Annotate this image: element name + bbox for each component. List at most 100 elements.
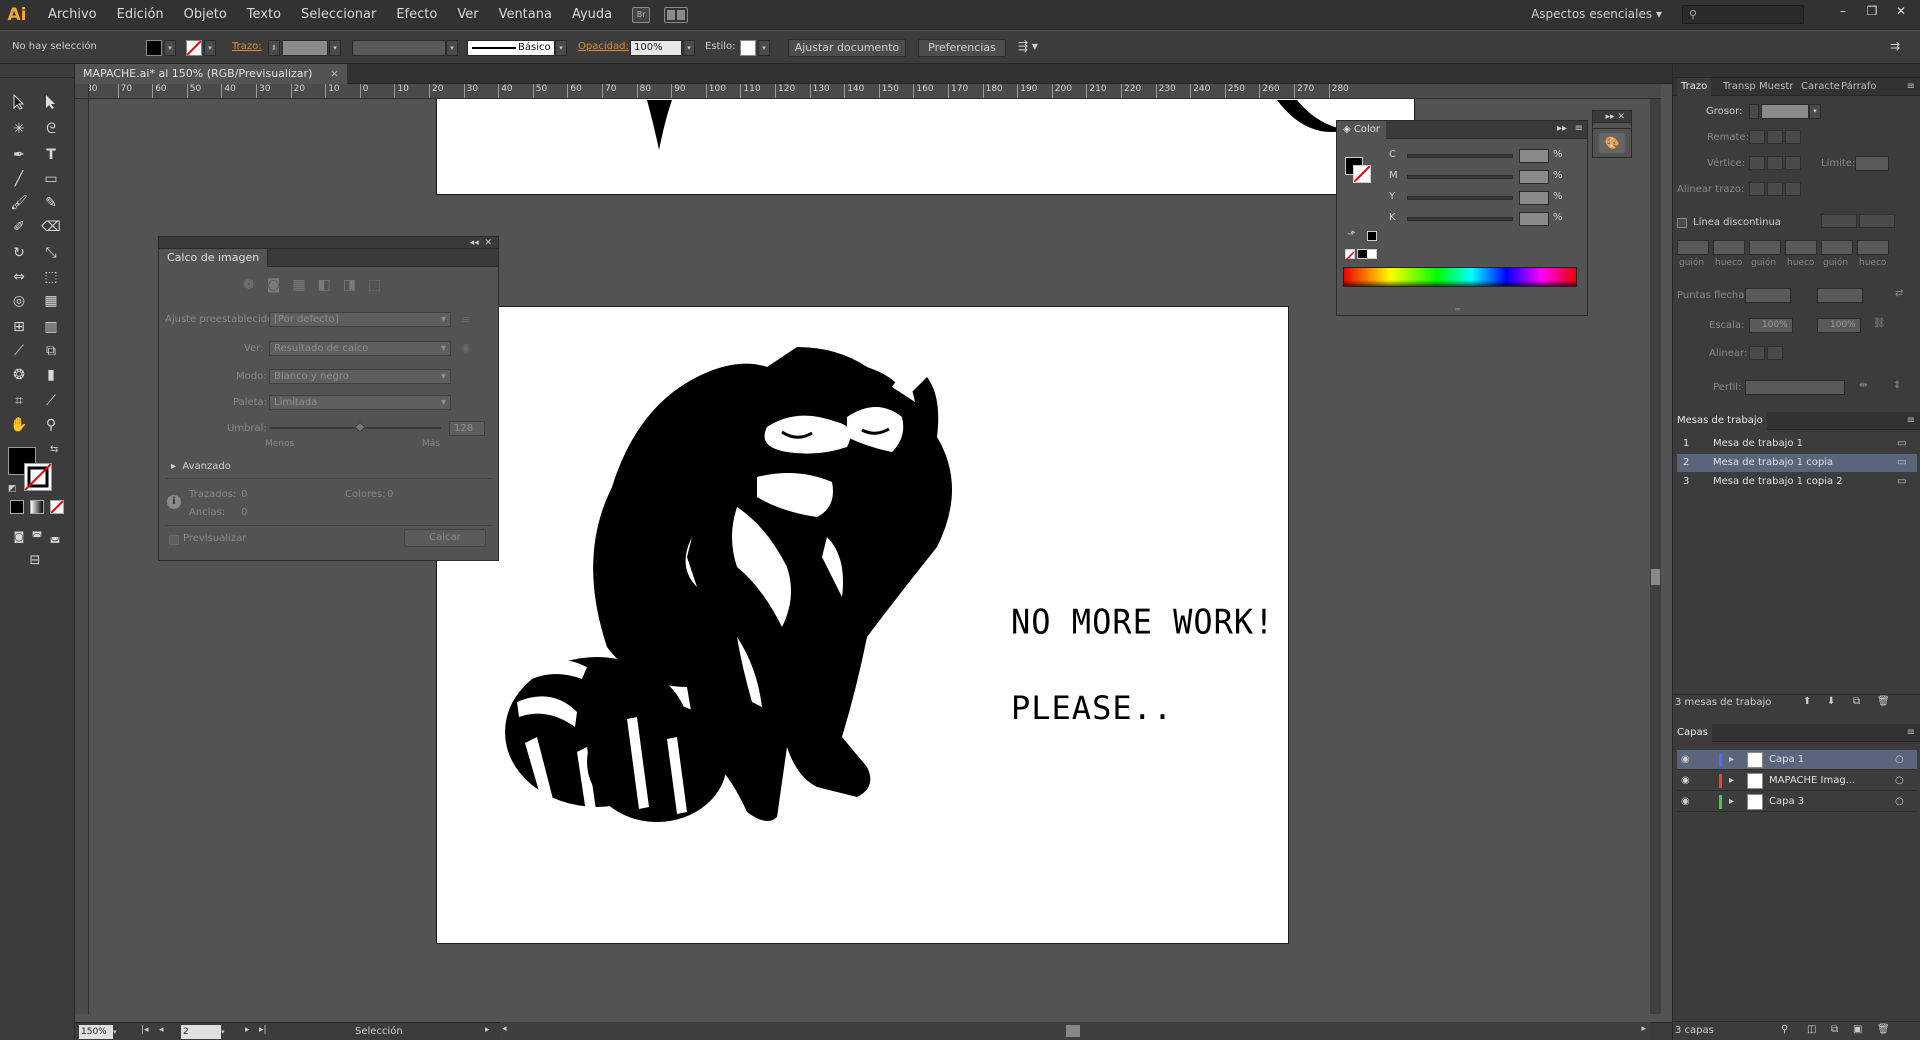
flip-horizontal-icon[interactable]: ⇹	[1859, 380, 1867, 391]
artboard-number-field[interactable]: 2	[181, 1025, 221, 1039]
none-swatch[interactable]	[1345, 249, 1355, 261]
brush-definition[interactable]: Básico	[467, 40, 555, 56]
eye-icon[interactable]: ◉	[1681, 771, 1690, 791]
type-tool-icon[interactable]: T	[40, 144, 62, 166]
preferences-button[interactable]: Preferencias	[918, 39, 1006, 57]
mesh-tool-icon[interactable]: ⊞	[8, 316, 30, 338]
default-colors-icon[interactable]: ◩	[8, 484, 17, 494]
minimize-button[interactable]: –	[1830, 2, 1856, 20]
channel-value-field[interactable]	[1519, 212, 1549, 226]
paintbrush-icon[interactable]: 🖌	[8, 192, 30, 214]
palette-select[interactable]: Limitada ▾	[269, 395, 451, 410]
end-arrowhead-select[interactable]	[1817, 288, 1863, 303]
shape-builder-icon[interactable]: ◎	[8, 290, 30, 312]
artboard-row[interactable]: 3 Mesa de trabajo 1 copia 2 ▭	[1677, 473, 1917, 491]
auto-color-icon[interactable]: ❁	[243, 277, 255, 293]
stroke-label[interactable]: Trazo:	[232, 41, 262, 52]
threshold-field[interactable]: 128	[449, 421, 485, 436]
width-tool-icon[interactable]: ⇔	[8, 266, 30, 288]
fill-dropdown[interactable]: ▾	[164, 40, 176, 56]
selection-tool-icon[interactable]	[8, 93, 30, 116]
menu-item-2[interactable]: Objeto	[174, 7, 237, 22]
panel-titlebar[interactable]: ▸▸ ✕	[1593, 111, 1631, 123]
channel-slider[interactable]	[1407, 175, 1513, 179]
stroke-color-swatch[interactable]	[24, 463, 52, 491]
channel-value-field[interactable]	[1519, 170, 1549, 184]
pencil-icon[interactable]: ✎	[40, 192, 62, 214]
dash-field[interactable]	[1785, 240, 1817, 255]
hand-tool-icon[interactable]: ✋	[8, 414, 30, 436]
menu-item-8[interactable]: Ayuda	[562, 7, 622, 22]
menu-item-0[interactable]: Archivo	[38, 7, 107, 22]
rectangle-tool-icon[interactable]: ▭	[40, 168, 62, 190]
artboard-row[interactable]: 2 Mesa de trabajo 1 copia ▭	[1677, 454, 1917, 472]
move-down-icon[interactable]: ⬇	[1827, 696, 1835, 707]
gradient-mode-icon[interactable]	[30, 500, 44, 514]
dash-field[interactable]	[1821, 240, 1853, 255]
variable-width-dropdown[interactable]: ▾	[446, 40, 458, 56]
layer-row[interactable]: ◉ ▸ MAPACHE Imag... ○	[1677, 771, 1917, 791]
fit-document-button[interactable]: Ajustar documento	[788, 39, 906, 57]
fill-swatch[interactable]	[146, 40, 162, 56]
start-arrowhead-select[interactable]	[1745, 288, 1791, 303]
opacity-label[interactable]: Opacidad:	[578, 41, 629, 52]
artboard-options-icon[interactable]: ▭	[1897, 454, 1906, 472]
end-scale-field[interactable]: 100%	[1817, 318, 1861, 333]
bevel-join-icon[interactable]	[1785, 156, 1801, 170]
butt-cap-icon[interactable]	[1749, 130, 1765, 144]
none-mode-icon[interactable]	[50, 500, 64, 514]
stroke-weight-dropdown[interactable]: ▾	[329, 40, 341, 56]
preview-checkbox[interactable]	[169, 535, 179, 545]
color-stroke-swatch[interactable]	[1353, 165, 1371, 183]
artboard-dropdown[interactable]: ▾	[221, 1025, 225, 1039]
last-artboard-icon[interactable]: ▸|	[259, 1025, 267, 1035]
expand-icon[interactable]: ▸▸	[1606, 112, 1615, 122]
high-color-icon[interactable]: ◙	[267, 277, 281, 293]
close-panel-icon[interactable]: ✕	[1617, 112, 1625, 122]
variable-width-field[interactable]	[352, 40, 446, 56]
horizontal-scroll-thumb[interactable]	[1066, 1025, 1080, 1037]
graphic-style-dropdown[interactable]: ▾	[758, 40, 770, 56]
graphic-style-swatch[interactable]	[740, 40, 756, 56]
expand-triangle-icon[interactable]: ▸	[1729, 792, 1734, 812]
target-icon[interactable]: ○	[1895, 792, 1904, 812]
direct-selection-tool-icon[interactable]	[40, 94, 62, 116]
trace-button[interactable]: Calcar	[404, 529, 486, 547]
clipping-mask-icon[interactable]: ◫	[1807, 1024, 1816, 1035]
perspective-grid-icon[interactable]: ▦	[40, 290, 62, 312]
expand-triangle-icon[interactable]: ▸	[1729, 771, 1734, 791]
artboard-tool-icon[interactable]: ⌗	[8, 390, 30, 412]
projecting-cap-icon[interactable]	[1785, 130, 1801, 144]
image-trace-panel-icon[interactable]: 🎨	[1599, 133, 1625, 153]
restore-button[interactable]: ❐	[1859, 2, 1885, 20]
eraser-icon[interactable]: ⌫	[40, 216, 62, 238]
arrow-tip-at-icon[interactable]	[1767, 346, 1783, 360]
stroke-panel-tab-0[interactable]: Trazo	[1677, 78, 1712, 96]
first-artboard-icon[interactable]: |◂	[141, 1025, 149, 1035]
menu-item-3[interactable]: Texto	[237, 7, 291, 22]
stroke-weight-field[interactable]	[282, 40, 328, 56]
artboard-2[interactable]: NO MORE WORK! PLEASE..	[436, 306, 1289, 944]
eye-icon[interactable]: ◉	[1681, 750, 1690, 770]
black-white-swatch[interactable]	[1357, 249, 1377, 259]
mode-select[interactable]: Blanco y negro ▾	[269, 369, 451, 384]
artboard-options-icon[interactable]: ▭	[1897, 473, 1906, 491]
swap-fill-stroke-icon[interactable]: ⇆	[50, 444, 58, 455]
rotate-tool-icon[interactable]: ↻	[8, 242, 30, 264]
delete-layer-icon[interactable]: 🗑	[1877, 1024, 1890, 1035]
stroke-panel-tab-1[interactable]: Transp	[1723, 78, 1756, 96]
target-icon[interactable]: ○	[1895, 771, 1904, 791]
search-input[interactable]: ⚲	[1682, 5, 1804, 24]
scroll-left-icon[interactable]: ◂	[502, 1024, 507, 1034]
out-of-gamut-icon[interactable]: ⬏	[1347, 229, 1355, 240]
stroke-panel-tab-2[interactable]: Muestr	[1759, 78, 1793, 96]
color-tab[interactable]: ◈ Color	[1337, 121, 1386, 139]
resize-grip[interactable]: ═	[1455, 305, 1460, 314]
panel-titlebar[interactable]: ◂◂ ✕	[159, 237, 498, 249]
link-scale-icon[interactable]: ⛓	[1873, 318, 1886, 329]
align-outside-icon[interactable]	[1785, 182, 1801, 196]
miter-join-icon[interactable]	[1749, 156, 1765, 170]
layer-row[interactable]: ◉ ▸ Capa 3 ○	[1677, 792, 1917, 812]
dock-grip[interactable]	[1673, 64, 1920, 78]
slice-tool-icon[interactable]: ⟋	[40, 390, 62, 412]
